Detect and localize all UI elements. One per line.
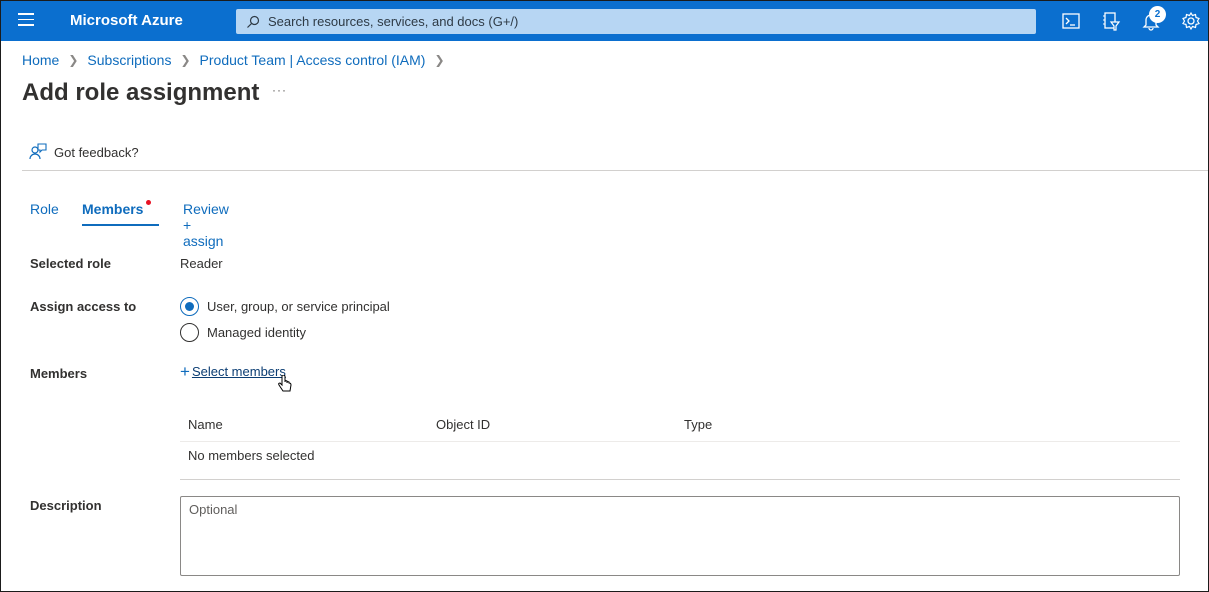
radio-label: User, group, or service principal [207,299,390,314]
description-label: Description [30,498,102,513]
members-label: Members [30,366,88,381]
hand-pointer-cursor-icon [278,375,292,392]
feedback-icon [29,143,47,160]
chevron-right-icon: ❯ [434,53,445,67]
search-icon [247,15,260,28]
table-header: Name Object ID Type [180,411,1180,442]
radio-unselected-icon[interactable] [180,323,199,342]
cloud-shell-icon[interactable] [1061,11,1081,31]
notification-count-badge: 2 [1149,6,1166,23]
menu-icon[interactable] [18,13,34,29]
brand-title[interactable]: Microsoft Azure [70,12,183,29]
tab-role[interactable]: Role [30,201,59,217]
selected-role-value: Reader [180,256,223,271]
breadcrumb: Home ❯ Subscriptions ❯ Product Team | Ac… [22,52,454,68]
assign-access-label: Assign access to [30,299,137,314]
column-header-object-id: Object ID [436,417,491,432]
select-members-link[interactable]: + Select members [180,361,286,381]
more-options-button[interactable]: ··· [272,83,287,97]
radio-label: Managed identity [207,325,307,340]
members-table: Name Object ID Type No members selected [180,411,1180,480]
tab-members[interactable]: Members [82,201,143,217]
radio-user-group-sp[interactable]: User, group, or service principal [180,297,390,316]
radio-managed-identity[interactable]: Managed identity [180,323,306,342]
breadcrumb-home[interactable]: Home [22,52,59,68]
breadcrumb-iam[interactable]: Product Team | Access control (IAM) [200,52,426,68]
directory-filter-icon[interactable] [1101,11,1121,31]
feedback-button[interactable]: Got feedback? [29,143,139,161]
global-search-input[interactable]: Search resources, services, and docs (G+… [236,9,1036,34]
column-header-name: Name [188,417,223,432]
chevron-right-icon: ❯ [68,53,79,67]
select-members-label[interactable]: Select members [192,364,286,379]
tab-review-assign[interactable]: Review + assign [183,201,229,249]
plus-icon: + [180,361,190,381]
unsaved-indicator-dot [146,200,151,205]
active-tab-underline [82,224,159,226]
description-textarea[interactable] [180,496,1180,576]
empty-state-text: No members selected [188,448,315,463]
selected-role-label: Selected role [30,256,111,271]
search-placeholder: Search resources, services, and docs (G+… [268,14,519,29]
settings-icon[interactable] [1181,11,1201,31]
top-navigation-bar: Microsoft Azure Search resources, servic… [1,1,1208,41]
chevron-right-icon: ❯ [180,53,191,67]
column-header-type: Type [684,417,713,432]
radio-selected-icon[interactable] [180,297,199,316]
page-title: Add role assignment [22,79,260,106]
feedback-label: Got feedback? [54,144,139,160]
section-divider [22,170,1208,171]
breadcrumb-subscriptions[interactable]: Subscriptions [87,52,171,68]
table-row: No members selected [180,442,1180,480]
